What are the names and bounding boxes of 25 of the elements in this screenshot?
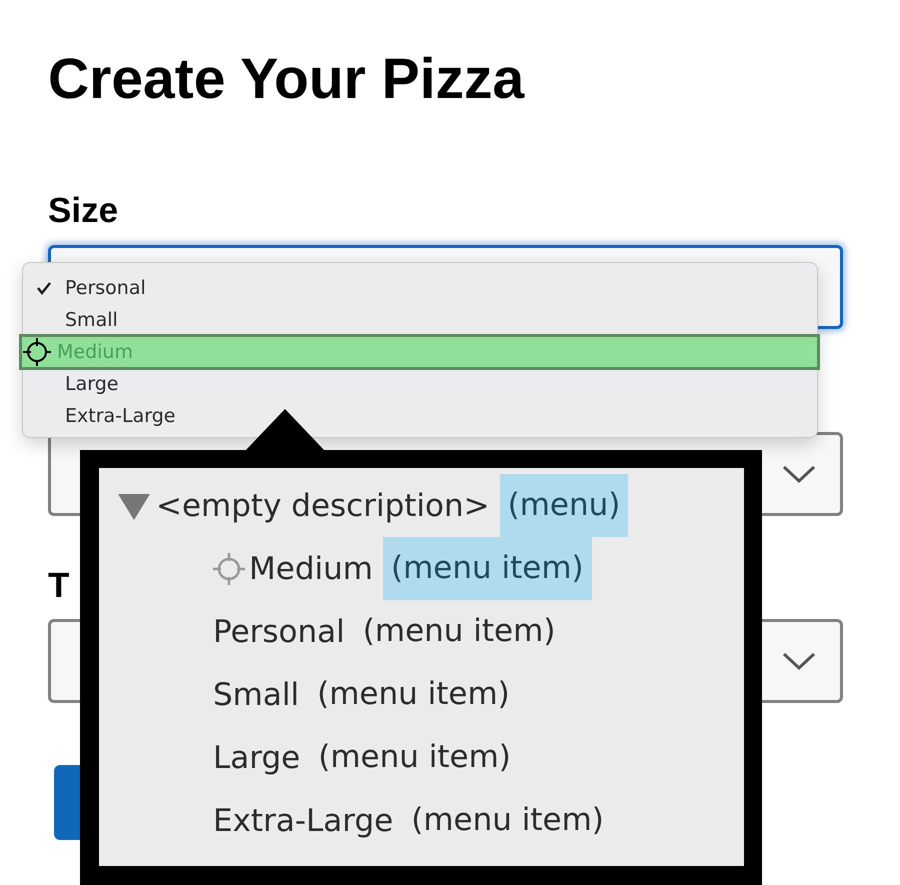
crosshair-icon xyxy=(22,337,52,367)
role-label: (menu item) xyxy=(316,675,511,714)
role-label: (menu item) xyxy=(410,801,605,840)
tree-item-name: Large xyxy=(213,740,300,776)
menu-item[interactable]: Extra-Large xyxy=(23,400,817,432)
tree-item-name: <empty description> xyxy=(156,488,490,524)
menu-item[interactable]: Personal xyxy=(23,272,817,304)
crosshair-icon xyxy=(211,550,247,586)
chevron-icon xyxy=(782,651,816,671)
tree-item-name: Personal xyxy=(213,614,345,650)
role-label: (menu item) xyxy=(382,537,592,600)
disclosure-triangle-icon[interactable] xyxy=(118,492,150,520)
checkmark-icon xyxy=(36,281,52,295)
chevron-icon xyxy=(782,464,816,484)
role-label: (menu item) xyxy=(362,612,556,651)
field-label: Size xyxy=(48,191,118,231)
menu-item[interactable]: Large xyxy=(23,368,817,400)
menu-item[interactable]: Small xyxy=(23,304,817,336)
role-label: (menu) xyxy=(500,474,628,537)
tree-item-name: Medium xyxy=(249,550,373,586)
page-title: Create Your Pizza xyxy=(48,46,526,112)
tree-item-name: Extra-Large xyxy=(213,802,394,838)
role-label: (menu item) xyxy=(317,738,512,777)
field-label: T xyxy=(48,566,70,606)
tree-item-name: Small xyxy=(213,676,300,712)
